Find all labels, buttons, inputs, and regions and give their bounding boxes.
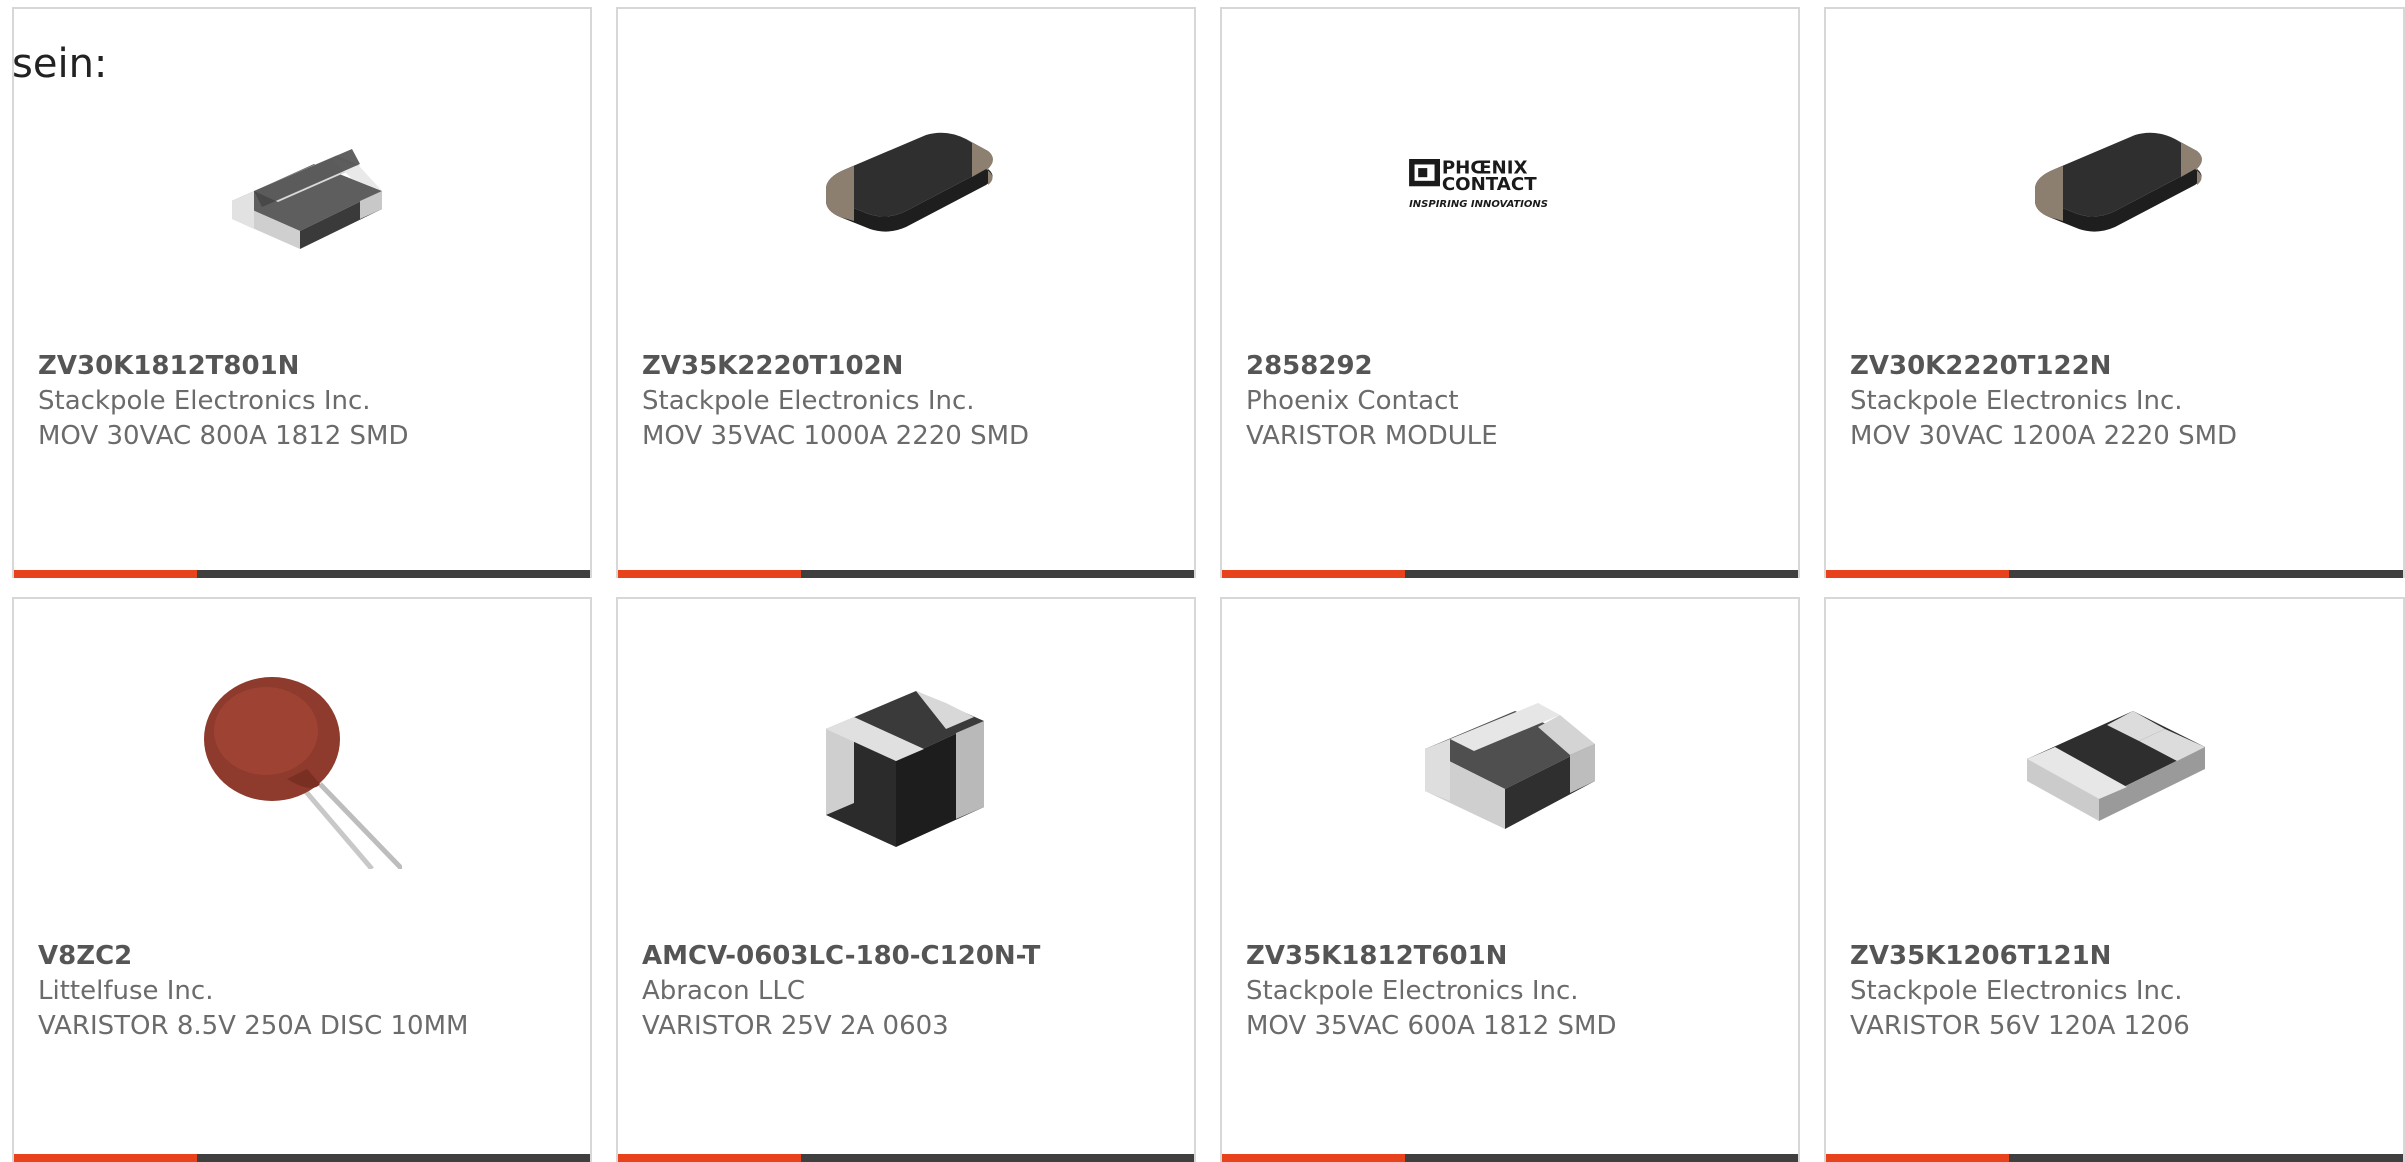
card-footer-bar: [1826, 570, 2403, 578]
product-card[interactable]: AMCV-0603LC-180-C120N-T Abracon LLC VARI…: [616, 597, 1196, 1162]
manufacturer: Stackpole Electronics Inc.: [1850, 386, 2183, 416]
manufacturer: Abracon LLC: [642, 976, 805, 1006]
product-info: V8ZC2 Littelfuse Inc. VARISTOR 8.5V 250A…: [38, 939, 574, 1044]
part-number-link[interactable]: ZV30K1812T801N: [38, 349, 574, 384]
part-number-link[interactable]: ZV35K2220T102N: [642, 349, 1178, 384]
description: MOV 30VAC 800A 1812 SMD: [38, 421, 409, 451]
card-footer-accent: [14, 570, 197, 578]
manufacturer: Stackpole Electronics Inc.: [1850, 976, 2183, 1006]
logo-tagline: INSPIRING INNOVATIONS: [1409, 199, 1548, 210]
card-footer-accent: [14, 1154, 197, 1162]
manufacturer: Littelfuse Inc.: [38, 976, 214, 1006]
part-number-link[interactable]: ZV30K2220T122N: [1850, 349, 2387, 384]
card-footer-accent: [1826, 1154, 2009, 1162]
product-card[interactable]: ZV30K2220T122N Stackpole Electronics Inc…: [1824, 7, 2405, 578]
manufacturer: Stackpole Electronics Inc.: [38, 386, 371, 416]
card-footer-bar: [1222, 570, 1798, 578]
product-card[interactable]: ZV35K1206T121N Stackpole Electronics Inc…: [1824, 597, 2405, 1162]
part-number-link[interactable]: V8ZC2: [38, 939, 574, 974]
card-footer-accent: [618, 1154, 801, 1162]
product-image-radial-disc-varistor-icon: [202, 669, 402, 869]
card-footer-accent: [618, 570, 801, 578]
description: MOV 30VAC 1200A 2220 SMD: [1850, 421, 2238, 451]
logo-line2: CONTACT: [1442, 174, 1537, 195]
card-footer-bar: [1222, 1154, 1798, 1162]
manufacturer: Stackpole Electronics Inc.: [1246, 976, 1579, 1006]
product-card[interactable]: ZV35K1812T601N Stackpole Electronics Inc…: [1220, 597, 1800, 1162]
product-info: ZV35K2220T102N Stackpole Electronics Inc…: [642, 349, 1178, 454]
manufacturer: Stackpole Electronics Inc.: [642, 386, 975, 416]
product-card[interactable]: ZV35K2220T102N Stackpole Electronics Inc…: [616, 7, 1196, 578]
part-number-link[interactable]: ZV35K1812T601N: [1246, 939, 1782, 974]
product-image-smd-chip-icon: [806, 669, 1006, 869]
product-info: 2858292 Phoenix Contact VARISTOR MODULE: [1246, 349, 1782, 454]
product-card[interactable]: ZV30K1812T801N Stackpole Electronics Inc…: [12, 7, 592, 578]
card-footer-accent: [1222, 570, 1405, 578]
product-image-smd-chip-icon: [2015, 669, 2215, 869]
card-footer-bar: [14, 1154, 590, 1162]
intro-text: sein:: [12, 41, 108, 87]
product-image-smd-chip-icon: [806, 89, 1006, 289]
product-image-smd-chip-icon: [1410, 669, 1610, 869]
description: VARISTOR 8.5V 250A DISC 10MM: [38, 1011, 469, 1041]
card-footer-bar: [14, 570, 590, 578]
part-number-link[interactable]: 2858292: [1246, 349, 1782, 384]
part-number-link[interactable]: AMCV-0603LC-180-C120N-T: [642, 939, 1178, 974]
product-image-smd-chip-icon: [2015, 89, 2215, 289]
card-footer-bar: [618, 1154, 1194, 1162]
description: VARISTOR 56V 120A 1206: [1850, 1011, 2190, 1041]
description: MOV 35VAC 1000A 2220 SMD: [642, 421, 1030, 451]
product-card[interactable]: V8ZC2 Littelfuse Inc. VARISTOR 8.5V 250A…: [12, 597, 592, 1162]
product-info: ZV35K1812T601N Stackpole Electronics Inc…: [1246, 939, 1782, 1044]
card-footer-accent: [1222, 1154, 1405, 1162]
product-image-phoenix-contact-logo-icon: PHŒNIX CONTACT INSPIRING INNOVATIONS: [1400, 89, 1620, 289]
product-card[interactable]: PHŒNIX CONTACT INSPIRING INNOVATIONS 285…: [1220, 7, 1800, 578]
description: VARISTOR MODULE: [1246, 421, 1498, 451]
card-footer-bar: [618, 570, 1194, 578]
product-info: ZV30K2220T122N Stackpole Electronics Inc…: [1850, 349, 2387, 454]
description: VARISTOR 25V 2A 0603: [642, 1011, 949, 1041]
product-info: AMCV-0603LC-180-C120N-T Abracon LLC VARI…: [642, 939, 1178, 1044]
description: MOV 35VAC 600A 1812 SMD: [1246, 1011, 1617, 1041]
card-footer-accent: [1826, 570, 2009, 578]
product-info: ZV35K1206T121N Stackpole Electronics Inc…: [1850, 939, 2387, 1044]
product-image-smd-chip-icon: [202, 89, 402, 289]
product-info: ZV30K1812T801N Stackpole Electronics Inc…: [38, 349, 574, 454]
part-number-link[interactable]: ZV35K1206T121N: [1850, 939, 2387, 974]
manufacturer: Phoenix Contact: [1246, 386, 1459, 416]
card-footer-bar: [1826, 1154, 2403, 1162]
